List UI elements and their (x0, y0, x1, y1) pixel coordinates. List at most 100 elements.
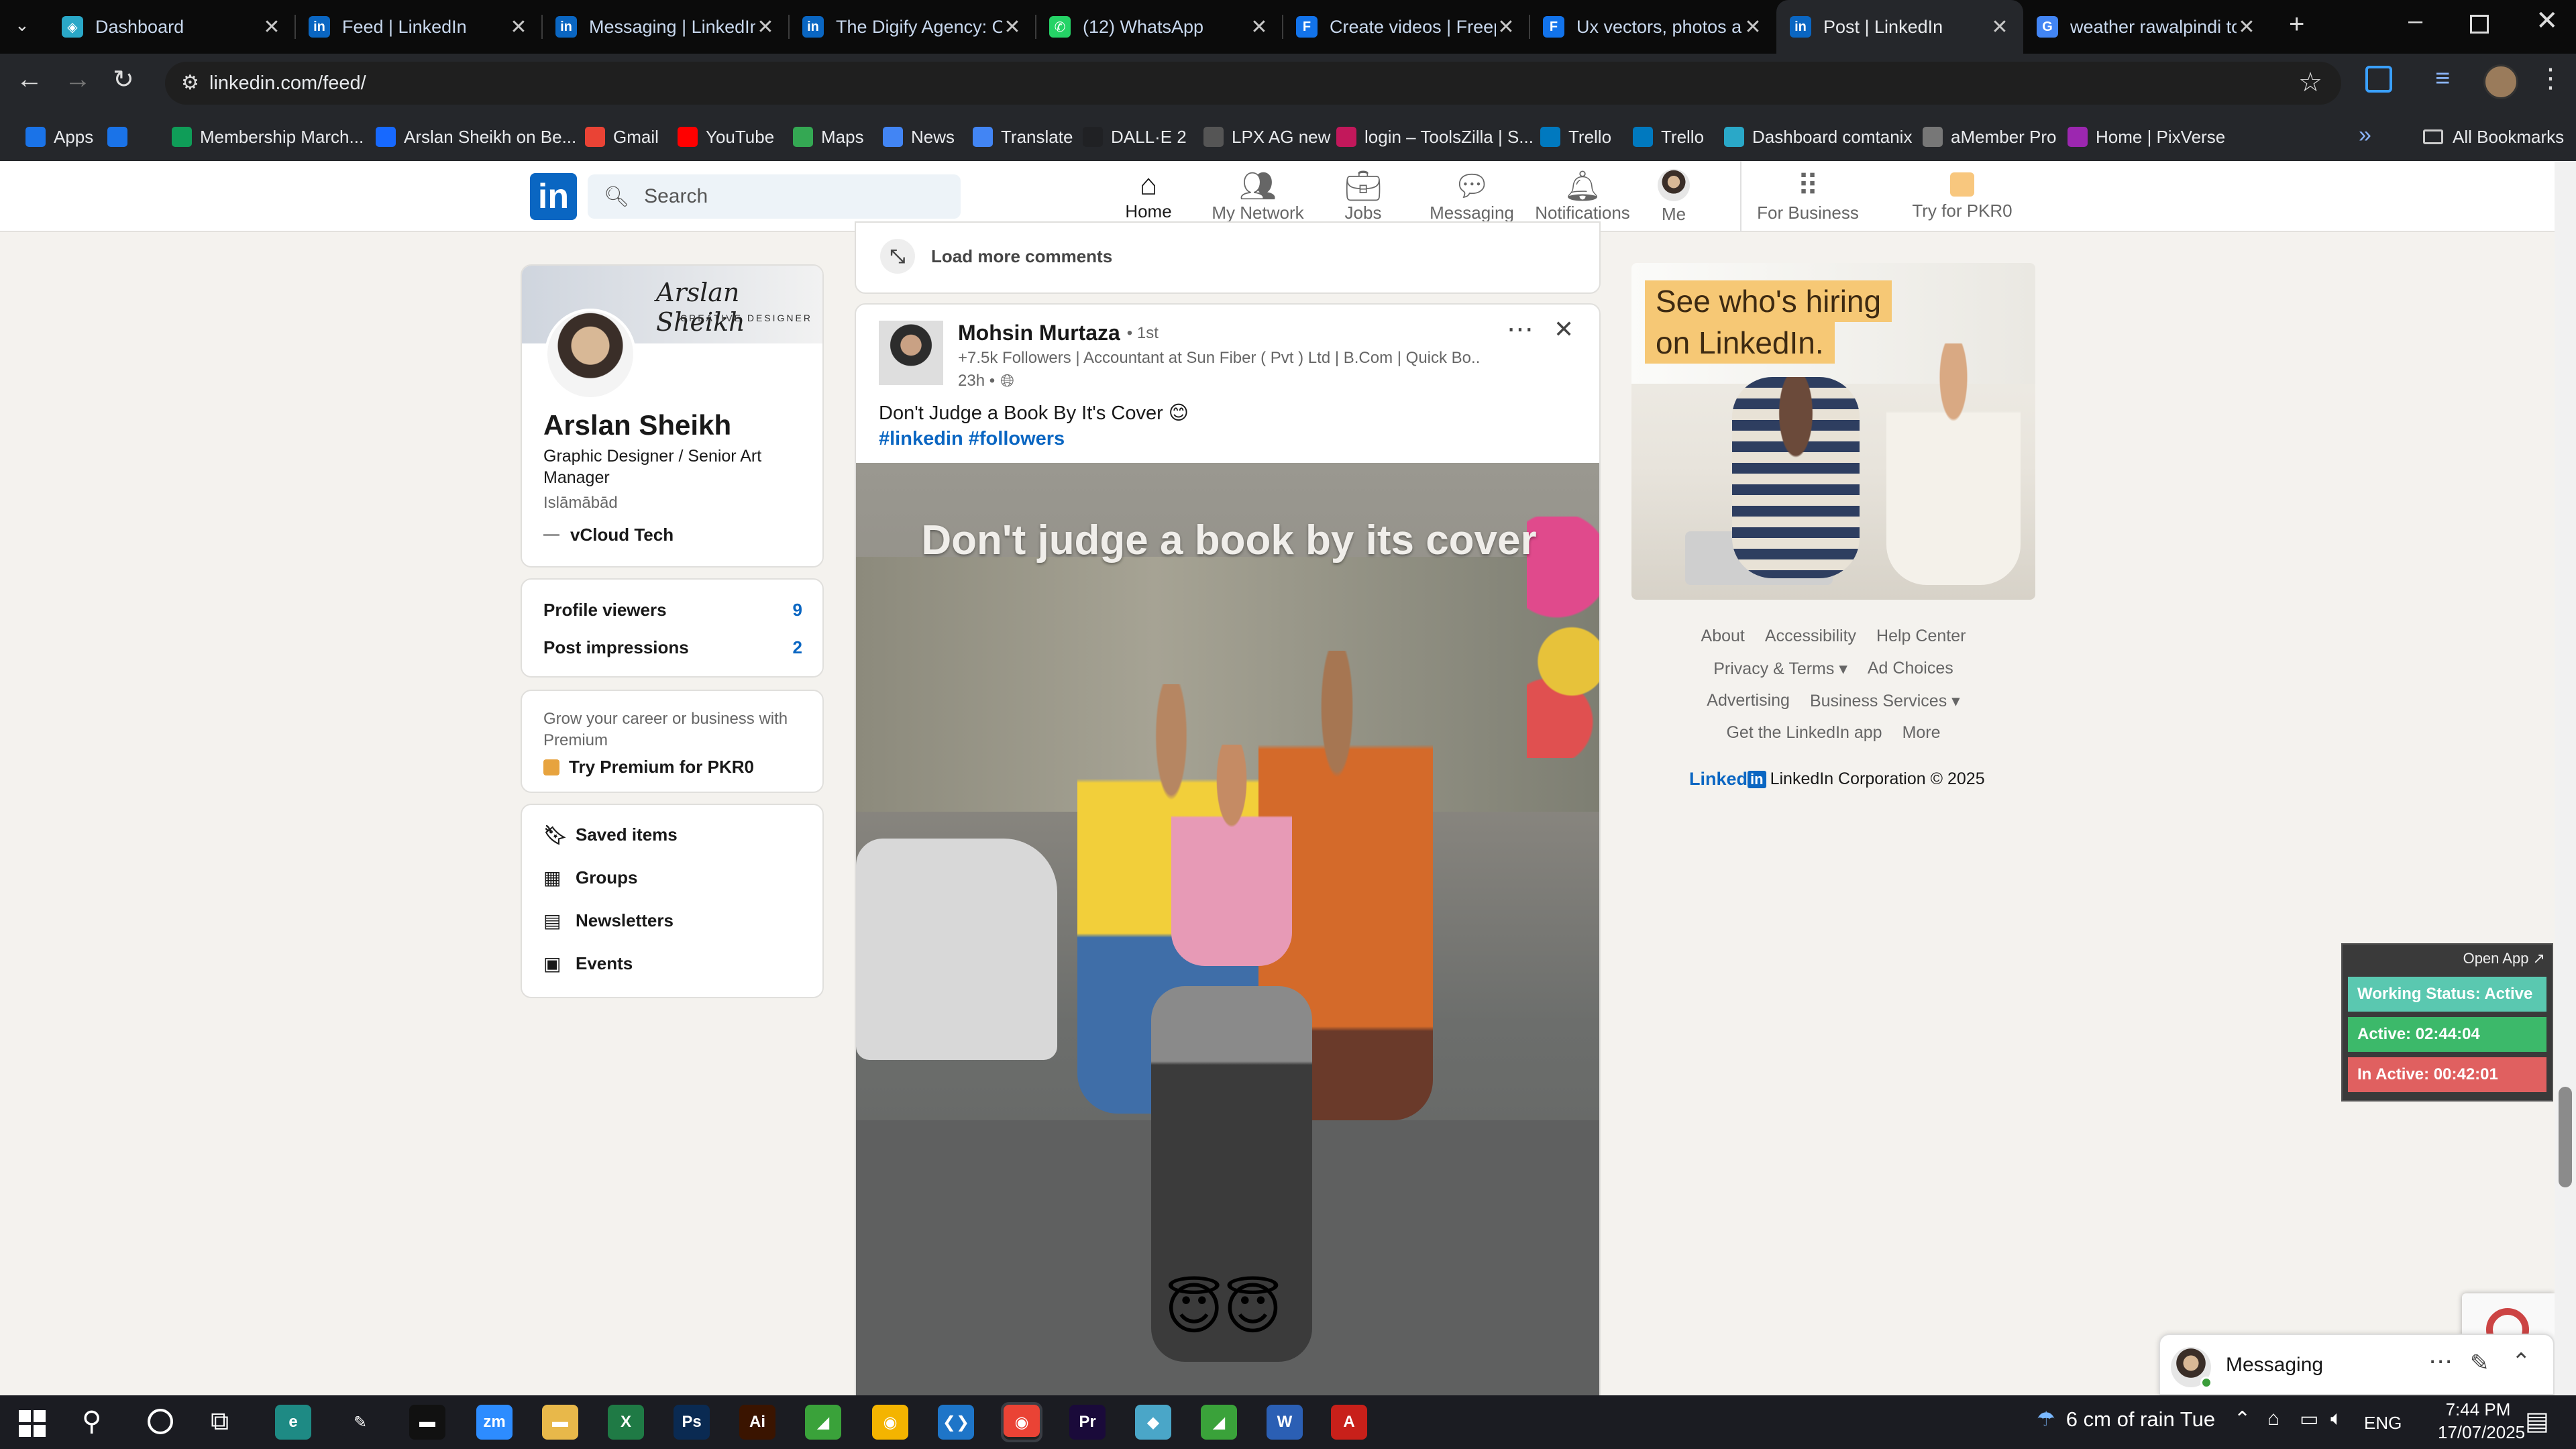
post-dismiss-icon[interactable]: ✕ (1554, 315, 1574, 343)
bookmark-item[interactable]: Translate (973, 113, 1073, 161)
illustrator-icon[interactable]: Ai (739, 1405, 775, 1440)
premiere-icon[interactable]: Pr (1069, 1405, 1106, 1440)
bookmark-item[interactable]: Apps (25, 113, 93, 161)
bookmark-item[interactable]: login – ToolsZilla | S... (1336, 113, 1534, 161)
cortana-icon[interactable] (148, 1409, 173, 1434)
page-scrollbar[interactable] (2555, 161, 2576, 1395)
bookmark-item[interactable]: Trello (1633, 113, 1704, 161)
extensions-icon[interactable] (2365, 66, 2392, 93)
hiring-ad[interactable]: See who's hiring on LinkedIn. (1631, 263, 2035, 600)
excel-icon[interactable]: X (608, 1405, 644, 1440)
zoom-icon[interactable]: zm (476, 1405, 513, 1440)
try-premium-link[interactable]: Try for PKR0 (1905, 161, 2019, 232)
browser-tab[interactable]: in Messaging | LinkedIn ✕ (542, 0, 789, 54)
linkedin-logo[interactable]: in (530, 173, 577, 220)
tab-close-icon[interactable]: ✕ (1743, 15, 1763, 39)
address-bar[interactable]: ⚙ linkedin.com/feed/ ☆ (165, 62, 2341, 105)
terminal-icon[interactable]: ▬ (409, 1405, 445, 1440)
shortcut-newsletters[interactable]: ▤ Newsletters (543, 910, 674, 932)
browser-tab[interactable]: F Ux vectors, photos an ✕ (1529, 0, 1776, 54)
tab-close-icon[interactable]: ✕ (1002, 15, 1022, 39)
more-bookmarks-icon[interactable]: » (2359, 122, 2371, 148)
restore-button[interactable] (2470, 15, 2489, 34)
tab-search-chevron-icon[interactable]: ⌄ (15, 15, 30, 36)
premium-card[interactable]: Grow your career or business with Premiu… (521, 690, 824, 793)
profile-name[interactable]: Arslan Sheikh (543, 409, 731, 441)
back-icon[interactable]: ← (16, 64, 43, 95)
coreldraw-icon[interactable]: ◢ (805, 1405, 841, 1440)
shortcut-events[interactable]: ▣ Events (543, 953, 633, 975)
footer-link[interactable]: Privacy & Terms ▾ (1713, 659, 1847, 679)
search-icon[interactable]: ⚲ (82, 1406, 101, 1437)
tab-close-icon[interactable]: ✕ (1496, 15, 1516, 39)
tab-close-icon[interactable]: ✕ (508, 15, 529, 39)
bookmark-item[interactable]: Maps (793, 113, 864, 161)
footer-link[interactable]: Business Services ▾ (1810, 691, 1960, 711)
browser-tab[interactable]: in The Digify Agency: O ✕ (789, 0, 1036, 54)
all-bookmarks-button[interactable]: All Bookmarks (2423, 113, 2564, 161)
post-more-options-icon[interactable]: ⋯ (1507, 314, 1534, 345)
file-explorer-icon[interactable]: ▬ (542, 1405, 578, 1440)
acrobat-icon[interactable]: A (1331, 1405, 1367, 1440)
chrome-active-icon[interactable]: ◉ (1001, 1402, 1042, 1442)
load-more-comments-button[interactable]: ⤡ Load more comments (880, 235, 1112, 278)
profile-photo[interactable] (545, 309, 636, 400)
task-view-icon[interactable]: ⧉ (211, 1407, 229, 1436)
bookmark-item[interactable]: News (883, 113, 955, 161)
browser-tab[interactable]: F Create videos | Freep ✕ (1283, 0, 1529, 54)
footer-link[interactable]: Advertising (1707, 691, 1790, 711)
footer-link[interactable]: Ad Choices (1868, 659, 1953, 679)
chevron-up-icon[interactable]: ⌃ (2512, 1348, 2531, 1375)
for-business-menu[interactable]: ⠿ For Business (1751, 161, 1865, 232)
tray-wifi-icon[interactable]: ▭ (2300, 1407, 2318, 1431)
messaging-overlay[interactable]: Messaging ⋯ ✎ ⌃ (2159, 1334, 2555, 1395)
coreldraw2-icon[interactable]: ◢ (1201, 1405, 1237, 1440)
tab-close-icon[interactable]: ✕ (755, 15, 775, 39)
tab-close-icon[interactable]: ✕ (2237, 15, 2257, 39)
reload-icon[interactable]: ↻ (113, 64, 134, 95)
footer-link[interactable]: Accessibility (1765, 627, 1856, 646)
browser-tab[interactable]: Gweather rawalpindi to ✕ (2023, 0, 2270, 54)
premium-cta[interactable]: Try Premium for PKR0 (543, 757, 754, 777)
compose-icon[interactable]: ✎ (2470, 1350, 2489, 1377)
bookmark-item[interactable]: Membership March... (172, 113, 364, 161)
chrome-icon[interactable]: ◉ (872, 1405, 908, 1440)
nav-me[interactable]: Me (1630, 161, 1717, 232)
browser-tab[interactable]: in Post | LinkedIn ✕ (1776, 0, 2023, 54)
browser-tab[interactable]: ◈ Dashboard ✕ (48, 0, 295, 54)
bookmark-item[interactable]: LPX AG new (1203, 113, 1330, 161)
tray-chevron-icon[interactable]: ⌃ (2234, 1407, 2251, 1431)
footer-link[interactable]: About (1701, 627, 1745, 646)
shortcut-groups[interactable]: ▦ Groups (543, 867, 637, 889)
tab-close-icon[interactable]: ✕ (262, 15, 282, 39)
footer-link[interactable]: Get the LinkedIn app (1726, 723, 1882, 743)
footer-link[interactable]: More (1902, 723, 1941, 743)
bookmark-item[interactable]: Home | PixVerse (2068, 113, 2225, 161)
brush-icon[interactable]: ✎ (342, 1405, 378, 1440)
bookmark-item[interactable]: YouTube (678, 113, 774, 161)
bookmark-item[interactable]: Arslan Sheikh on Be... (376, 113, 576, 161)
tray-clock[interactable]: 7:44 PM 17/07/2025 (2438, 1398, 2525, 1444)
profile-company[interactable]: vCloud Tech (543, 525, 674, 545)
profile-avatar[interactable] (2483, 64, 2518, 99)
tab-close-icon[interactable]: ✕ (1249, 15, 1269, 39)
new-tab-button[interactable]: + (2289, 9, 2304, 40)
site-info-icon[interactable]: ⚙ (181, 71, 199, 95)
open-app-button[interactable]: Open App ↗ (2463, 950, 2545, 967)
close-window-button[interactable]: ✕ (2536, 5, 2559, 36)
bookmark-item[interactable]: DALL·E 2 (1083, 113, 1187, 161)
edge-icon[interactable]: e (275, 1405, 311, 1440)
profile-stat-row[interactable]: Profile viewers 9 (543, 600, 802, 621)
browser-tab[interactable]: in Feed | LinkedIn ✕ (295, 0, 542, 54)
bookmark-item[interactable]: Trello (1540, 113, 1611, 161)
messaging-more-icon[interactable]: ⋯ (2428, 1347, 2453, 1375)
post-hashtags[interactable]: #linkedin #followers (879, 428, 1065, 450)
app-icon[interactable]: ◆ (1135, 1405, 1171, 1440)
notification-center-icon[interactable]: ▤ (2525, 1406, 2549, 1436)
post-video[interactable]: Don't judge a book by its cover 😇😇 (856, 463, 1599, 1395)
tray-volume-icon[interactable]: 🔈︎ (2330, 1407, 2343, 1430)
bookmark-item[interactable] (107, 113, 136, 161)
bookmark-item[interactable]: Dashboard comtanix (1724, 113, 1912, 161)
search-input[interactable]: 🔍︎ Search (588, 174, 961, 219)
post-author-name[interactable]: Mohsin Murtaza (958, 321, 1120, 345)
